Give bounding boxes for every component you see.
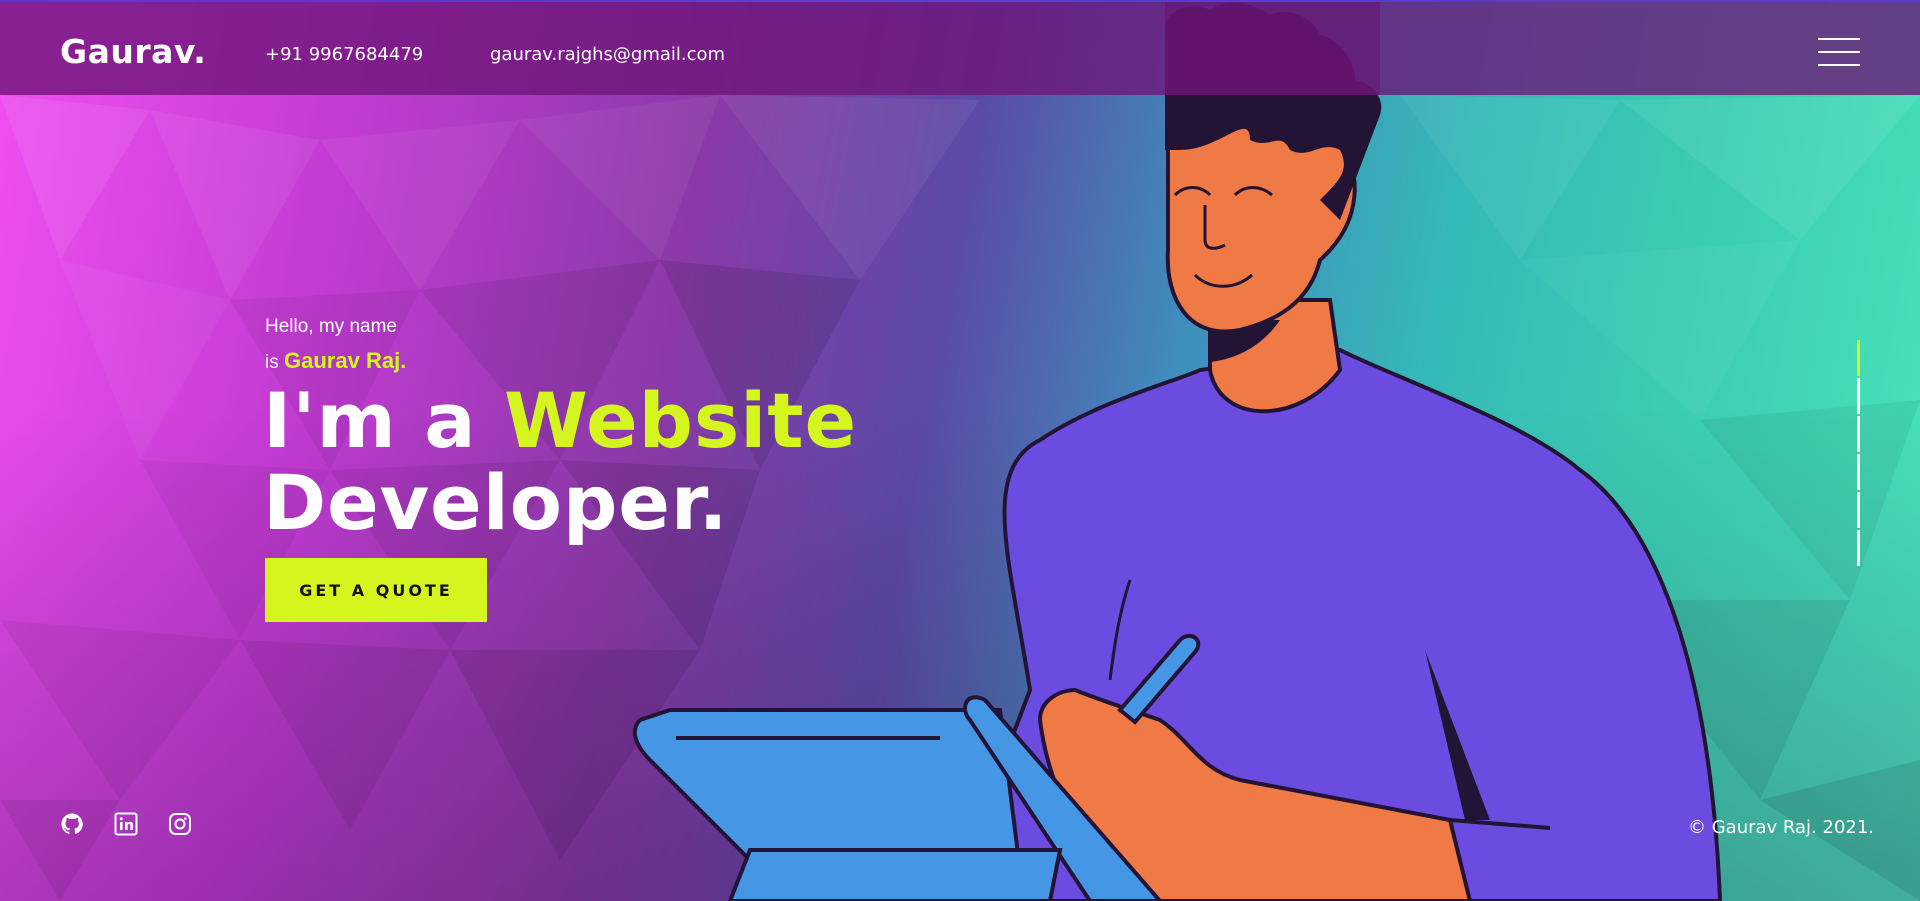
get-a-quote-button[interactable]: GET A QUOTE bbox=[265, 558, 487, 622]
headline-line-2: Developer. bbox=[263, 458, 729, 547]
instagram-icon[interactable] bbox=[168, 812, 192, 836]
top-header: Gaurav. +91 9967684479 gaurav.rajghs@gma… bbox=[0, 0, 1920, 95]
slide-dot-1[interactable] bbox=[1857, 340, 1860, 376]
copyright-text: © Gaurav Raj. 2021. bbox=[1688, 817, 1875, 838]
slide-dot-4[interactable] bbox=[1857, 454, 1860, 490]
slide-dot-5[interactable] bbox=[1857, 492, 1860, 528]
slide-indicator bbox=[1857, 340, 1860, 566]
github-icon[interactable] bbox=[60, 812, 84, 836]
greeting-name: Gaurav Raj. bbox=[284, 348, 407, 373]
slide-dot-6[interactable] bbox=[1857, 530, 1860, 566]
slide-dot-2[interactable] bbox=[1857, 378, 1860, 414]
tablet bbox=[632, 708, 1023, 872]
headline-accent: Website bbox=[503, 376, 858, 465]
headline-line-1: I'm a Website bbox=[263, 380, 857, 462]
site-logo[interactable]: Gaurav. bbox=[60, 32, 206, 71]
phone-number[interactable]: +91 9967684479 bbox=[265, 44, 423, 65]
hamburger-icon[interactable] bbox=[1818, 38, 1860, 68]
greeting-line: Hello, my name bbox=[265, 316, 397, 337]
greeting-is: is bbox=[265, 352, 279, 373]
hero-headline: I'm a Website Developer. bbox=[263, 380, 857, 544]
slide-dot-3[interactable] bbox=[1857, 416, 1860, 452]
linkedin-icon[interactable] bbox=[114, 812, 138, 836]
headline-prefix: I'm a bbox=[263, 376, 477, 465]
email-address[interactable]: gaurav.rajghs@gmail.com bbox=[490, 44, 725, 65]
greeting-name-line: is Gaurav Raj. bbox=[265, 348, 406, 374]
